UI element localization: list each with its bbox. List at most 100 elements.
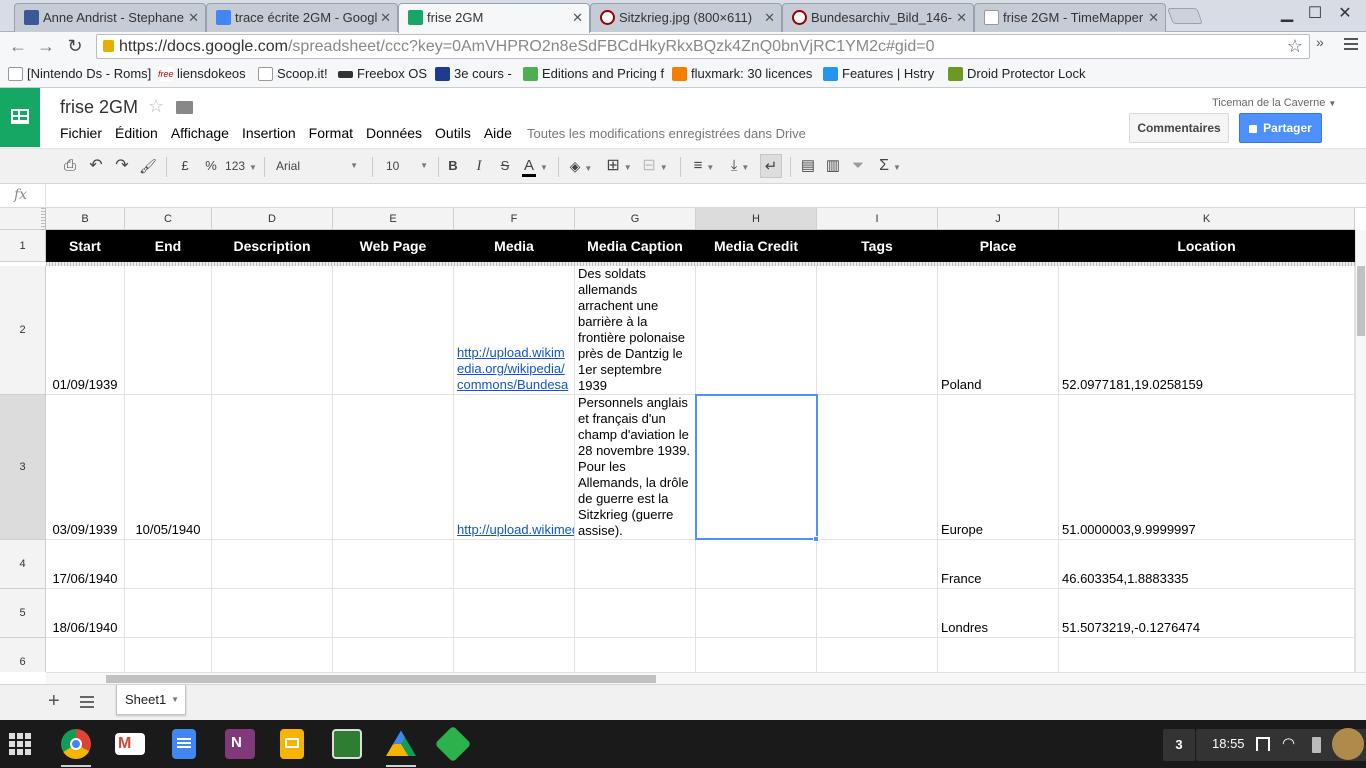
cell-location[interactable]: 51.5073219,-0.1276474 <box>1059 589 1355 638</box>
cell-media-credit[interactable] <box>696 395 817 540</box>
fill-handle[interactable] <box>813 536 819 542</box>
gmail-icon[interactable]: M <box>115 733 145 755</box>
paint-format-icon[interactable]: 🖌 <box>138 154 158 178</box>
header-cell[interactable]: Media <box>454 230 575 262</box>
docs-icon[interactable] <box>172 729 196 759</box>
percent-format-button[interactable]: % <box>202 154 220 178</box>
cell-media-credit[interactable] <box>696 589 817 638</box>
bookmark-fluxmark[interactable]: fluxmark: 30 licences <box>672 64 812 84</box>
bookmark-editions[interactable]: Editions and Pricing f <box>523 64 664 84</box>
close-icon[interactable]: ✕ <box>761 4 775 31</box>
cell-description[interactable] <box>212 540 333 589</box>
menu-insertion[interactable]: Insertion <box>242 125 296 141</box>
cell-media-credit[interactable] <box>696 266 817 395</box>
font-size-select[interactable]: 10 ▼ <box>386 154 430 178</box>
star-icon[interactable]: ☆ <box>148 96 164 117</box>
drive-icon[interactable] <box>386 730 416 756</box>
cell-description[interactable] <box>212 395 333 540</box>
header-cell[interactable]: Location <box>1059 230 1355 262</box>
add-sheet-icon[interactable]: + <box>48 691 60 711</box>
cell-tags[interactable] <box>817 395 938 540</box>
cell-start[interactable]: 01/09/1939 <box>46 266 125 395</box>
save-status[interactable]: Toutes les modifications enregistrées da… <box>527 126 806 141</box>
extensions-chevron-icon[interactable]: » <box>1316 34 1324 50</box>
cell-media[interactable]: http://upload.wikimedia.org/wikipedia/co… <box>454 266 575 395</box>
cell-empty[interactable] <box>454 638 575 672</box>
bookmark-freebox[interactable]: Freebox OS <box>338 64 427 84</box>
column-header[interactable]: I <box>817 208 938 230</box>
functions-button[interactable]: Σ ▼ <box>874 154 906 178</box>
row-header[interactable]: 6 <box>0 638 46 672</box>
cell-place[interactable]: Europe <box>938 395 1059 540</box>
select-all-corner[interactable] <box>0 208 46 230</box>
cell-end[interactable] <box>125 589 212 638</box>
forward-arrow-icon[interactable]: → <box>34 34 58 58</box>
header-cell[interactable]: Media Credit <box>696 230 817 262</box>
bookmark-star-icon[interactable]: ☆ <box>1287 35 1303 58</box>
bookmark-3e-cours[interactable]: 3e cours - <box>435 64 512 84</box>
more-formats-button[interactable]: 123 ▼ <box>224 154 258 178</box>
cell-end[interactable]: 10/05/1940 <box>125 395 212 540</box>
bookmark-nintendo[interactable]: [Nintendo Ds - Roms] <box>8 64 151 84</box>
reload-icon[interactable]: ↻ <box>63 34 87 58</box>
row-header[interactable]: 5 <box>0 589 46 638</box>
header-cell[interactable]: Place <box>938 230 1059 262</box>
print-icon[interactable]: ⎙ <box>60 154 80 178</box>
cell-web-page[interactable] <box>333 589 454 638</box>
menu-affichage[interactable]: Affichage <box>171 125 229 141</box>
menu-fichier[interactable]: Fichier <box>60 125 102 141</box>
header-cell[interactable]: Start <box>46 230 125 262</box>
cell-start[interactable]: 03/09/1939 <box>46 395 125 540</box>
menu-edition[interactable]: Édition <box>115 125 158 141</box>
cell-end[interactable] <box>125 540 212 589</box>
borders-button[interactable]: ⊞ ▼ <box>604 154 634 178</box>
cell-place[interactable]: France <box>938 540 1059 589</box>
menu-format[interactable]: Format <box>309 125 353 141</box>
merge-cells-button[interactable]: ⊟ ▼ <box>638 154 672 178</box>
close-icon[interactable]: ✕ <box>569 4 583 31</box>
avatar[interactable] <box>1332 728 1364 760</box>
font-family-select[interactable]: Arial ▼ <box>276 154 362 178</box>
cell-media[interactable] <box>454 540 575 589</box>
cell-description[interactable] <box>212 266 333 395</box>
scroll-thumb[interactable] <box>1357 266 1365 336</box>
slides-icon[interactable] <box>280 729 304 759</box>
close-icon[interactable]: ✕ <box>1145 4 1159 31</box>
menu-outils[interactable]: Outils <box>435 125 471 141</box>
all-sheets-icon[interactable] <box>80 696 94 711</box>
cell-description[interactable] <box>212 589 333 638</box>
cell-web-page[interactable] <box>333 266 454 395</box>
cell-location[interactable]: 51.0000003,9.9999997 <box>1059 395 1355 540</box>
column-header[interactable]: F <box>454 208 575 230</box>
browser-tab-timemapper[interactable]: frise 2GM - TimeMapper ✕ <box>974 3 1166 32</box>
cell-tags[interactable] <box>817 266 938 395</box>
cell-location[interactable]: 46.603354,1.8883335 <box>1059 540 1355 589</box>
feedly-icon[interactable] <box>434 725 472 763</box>
window-close-icon[interactable]: ✕ <box>1330 2 1360 26</box>
share-button[interactable]: Partager <box>1239 113 1322 143</box>
folder-icon[interactable] <box>176 101 193 114</box>
cell-tags[interactable] <box>817 540 938 589</box>
close-icon[interactable]: ✕ <box>953 4 967 31</box>
cell-media[interactable]: http://upload.wikimedia <box>454 395 575 540</box>
cell-empty[interactable] <box>575 638 696 672</box>
cell-media-caption[interactable] <box>575 589 696 638</box>
cell-empty[interactable] <box>46 638 125 672</box>
fill-color-button[interactable]: ◈ ▼ <box>566 154 596 178</box>
cell-empty[interactable] <box>938 638 1059 672</box>
app-launcher-icon[interactable] <box>9 733 31 755</box>
menu-donnees[interactable]: Données <box>366 125 422 141</box>
cell-start[interactable]: 18/06/1940 <box>46 589 125 638</box>
cell-media-caption[interactable]: Des soldats allemands arrachent une barr… <box>575 266 696 395</box>
media-link[interactable]: http://upload.wikimedia.org/wikipedia/co… <box>457 345 571 393</box>
close-icon[interactable]: ✕ <box>185 4 199 31</box>
sheets-logo-icon[interactable] <box>0 88 40 147</box>
bookmark-hstry[interactable]: Features | Hstry <box>823 64 934 84</box>
horizontal-align-button[interactable]: ≡ ▼ <box>688 154 720 178</box>
cell-media-credit[interactable] <box>696 540 817 589</box>
address-bar[interactable]: https://docs.google.com/spreadsheet/ccc?… <box>96 34 1310 59</box>
cell-media-caption[interactable] <box>575 540 696 589</box>
account-name[interactable]: Ticeman de la Caverne ▼ <box>1212 97 1336 109</box>
chrome-menu-icon[interactable] <box>1344 38 1358 53</box>
row-header[interactable]: 4 <box>0 540 46 589</box>
